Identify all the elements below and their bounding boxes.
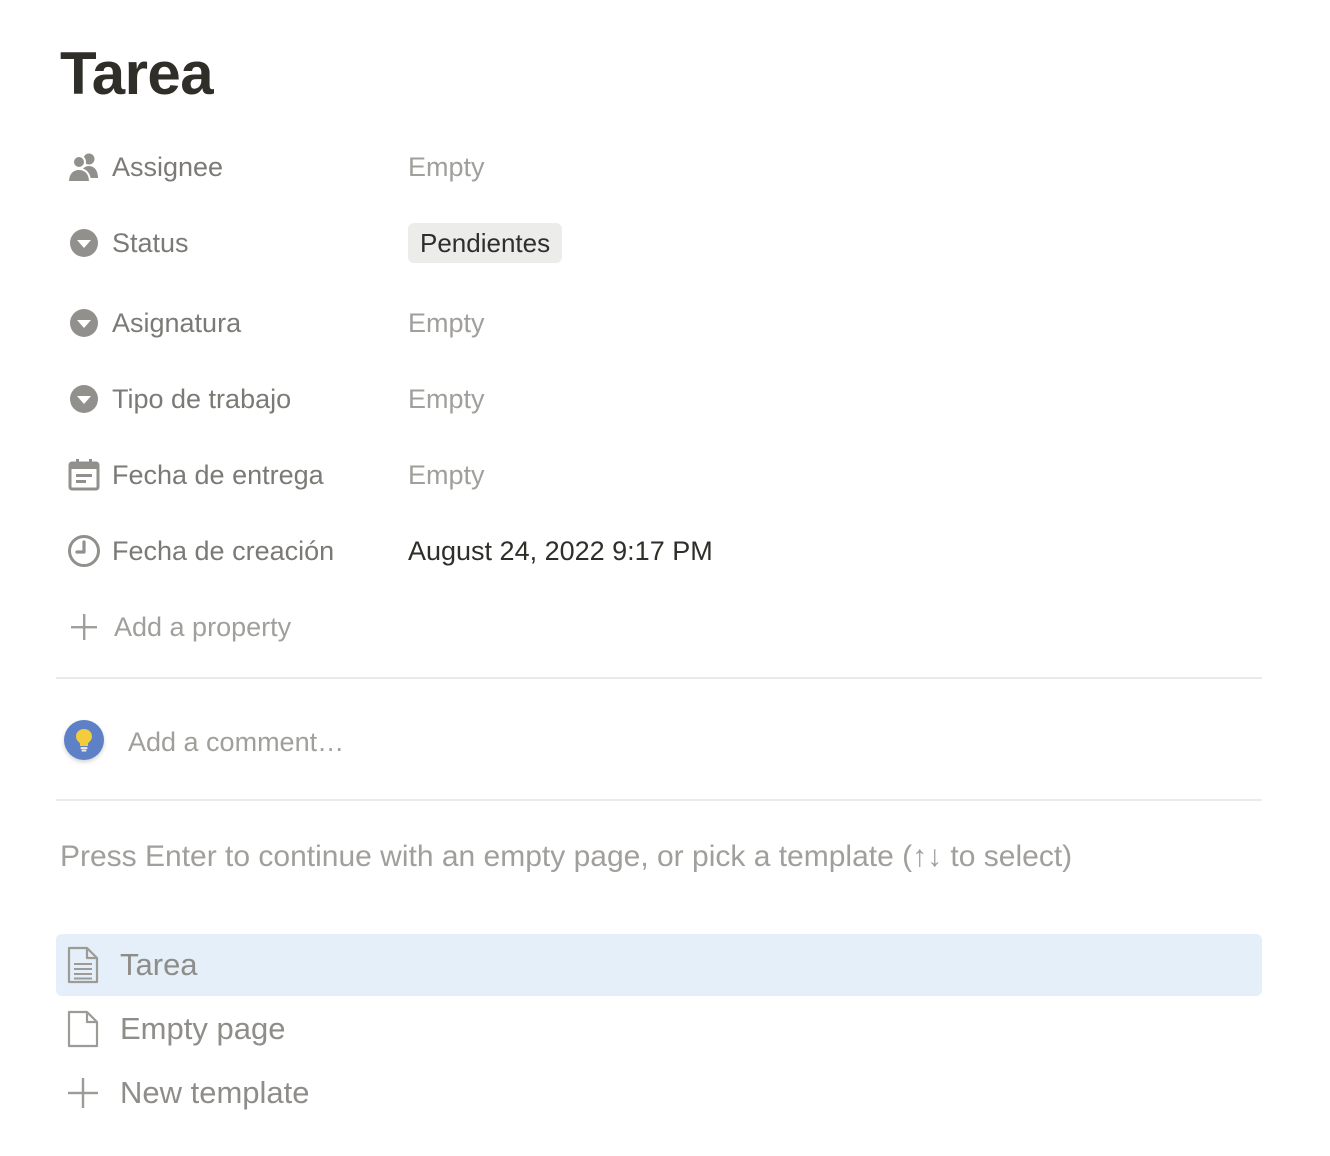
avatar xyxy=(64,720,104,760)
property-value-fecha-de-entrega[interactable]: Empty xyxy=(408,445,485,505)
property-label-tipo-de-trabajo[interactable]: Tipo de trabajo xyxy=(56,369,408,429)
property-name: Asignatura xyxy=(112,307,242,338)
property-row-tipo-de-trabajo[interactable]: Tipo de trabajo Empty xyxy=(56,369,1262,429)
comment-input[interactable] xyxy=(128,722,1228,762)
template-label: Empty page xyxy=(120,1011,286,1046)
template-item-tarea[interactable]: Tarea xyxy=(56,934,1262,996)
property-name: Fecha de creación xyxy=(112,535,335,566)
property-row-fecha-de-entrega[interactable]: Fecha de entrega Empty xyxy=(56,445,1262,505)
add-property-label: Add a property xyxy=(114,611,292,642)
add-property-label-wrap[interactable]: Add a property xyxy=(56,597,408,657)
calendar-icon xyxy=(56,445,112,505)
add-property-button[interactable]: Add a property xyxy=(56,597,1262,657)
divider xyxy=(56,677,1262,679)
template-label: New template xyxy=(120,1075,310,1110)
people-icon xyxy=(56,137,112,197)
clock-icon xyxy=(56,521,112,581)
plus-icon xyxy=(58,1062,108,1124)
property-row-fecha-de-creacion[interactable]: Fecha de creación August 24, 2022 9:17 P… xyxy=(56,521,1262,581)
property-value-status[interactable]: Pendientes xyxy=(408,213,563,273)
property-value-tipo-de-trabajo[interactable]: Empty xyxy=(408,369,485,429)
property-name: Assignee xyxy=(112,151,224,182)
plus-icon xyxy=(56,597,112,657)
select-icon xyxy=(56,293,112,353)
page-title[interactable]: Tarea xyxy=(60,38,214,110)
template-hint: Press Enter to continue with an empty pa… xyxy=(60,840,1073,873)
template-item-empty-page[interactable]: Empty page xyxy=(56,998,1262,1060)
property-label-fecha-de-entrega[interactable]: Fecha de entrega xyxy=(56,445,408,505)
property-label-assignee[interactable]: Assignee xyxy=(56,137,408,197)
property-value-fecha-de-creacion[interactable]: August 24, 2022 9:17 PM xyxy=(408,521,713,581)
property-label-status[interactable]: Status xyxy=(56,213,408,273)
blank-page-icon xyxy=(58,998,108,1060)
property-row-assignee[interactable]: Assignee Empty xyxy=(56,137,1262,197)
new-template-button[interactable]: New template xyxy=(56,1062,1262,1124)
select-icon xyxy=(56,369,112,429)
property-label-fecha-de-creacion[interactable]: Fecha de creación xyxy=(56,521,408,581)
property-name: Status xyxy=(112,227,189,258)
status-badge[interactable]: Pendientes xyxy=(408,223,563,263)
template-label: Tarea xyxy=(120,947,198,982)
divider xyxy=(56,799,1262,801)
property-label-asignatura[interactable]: Asignatura xyxy=(56,293,408,353)
property-value-assignee[interactable]: Empty xyxy=(408,137,485,197)
property-row-asignatura[interactable]: Asignatura Empty xyxy=(56,293,1262,353)
document-icon xyxy=(58,934,108,996)
property-row-status[interactable]: Status Pendientes xyxy=(56,213,1262,273)
property-name: Tipo de trabajo xyxy=(112,383,292,414)
select-icon xyxy=(56,213,112,273)
property-value-asignatura[interactable]: Empty xyxy=(408,293,485,353)
lightbulb-icon xyxy=(76,729,92,752)
property-name: Fecha de entrega xyxy=(112,459,324,490)
comment-row xyxy=(56,710,1262,774)
